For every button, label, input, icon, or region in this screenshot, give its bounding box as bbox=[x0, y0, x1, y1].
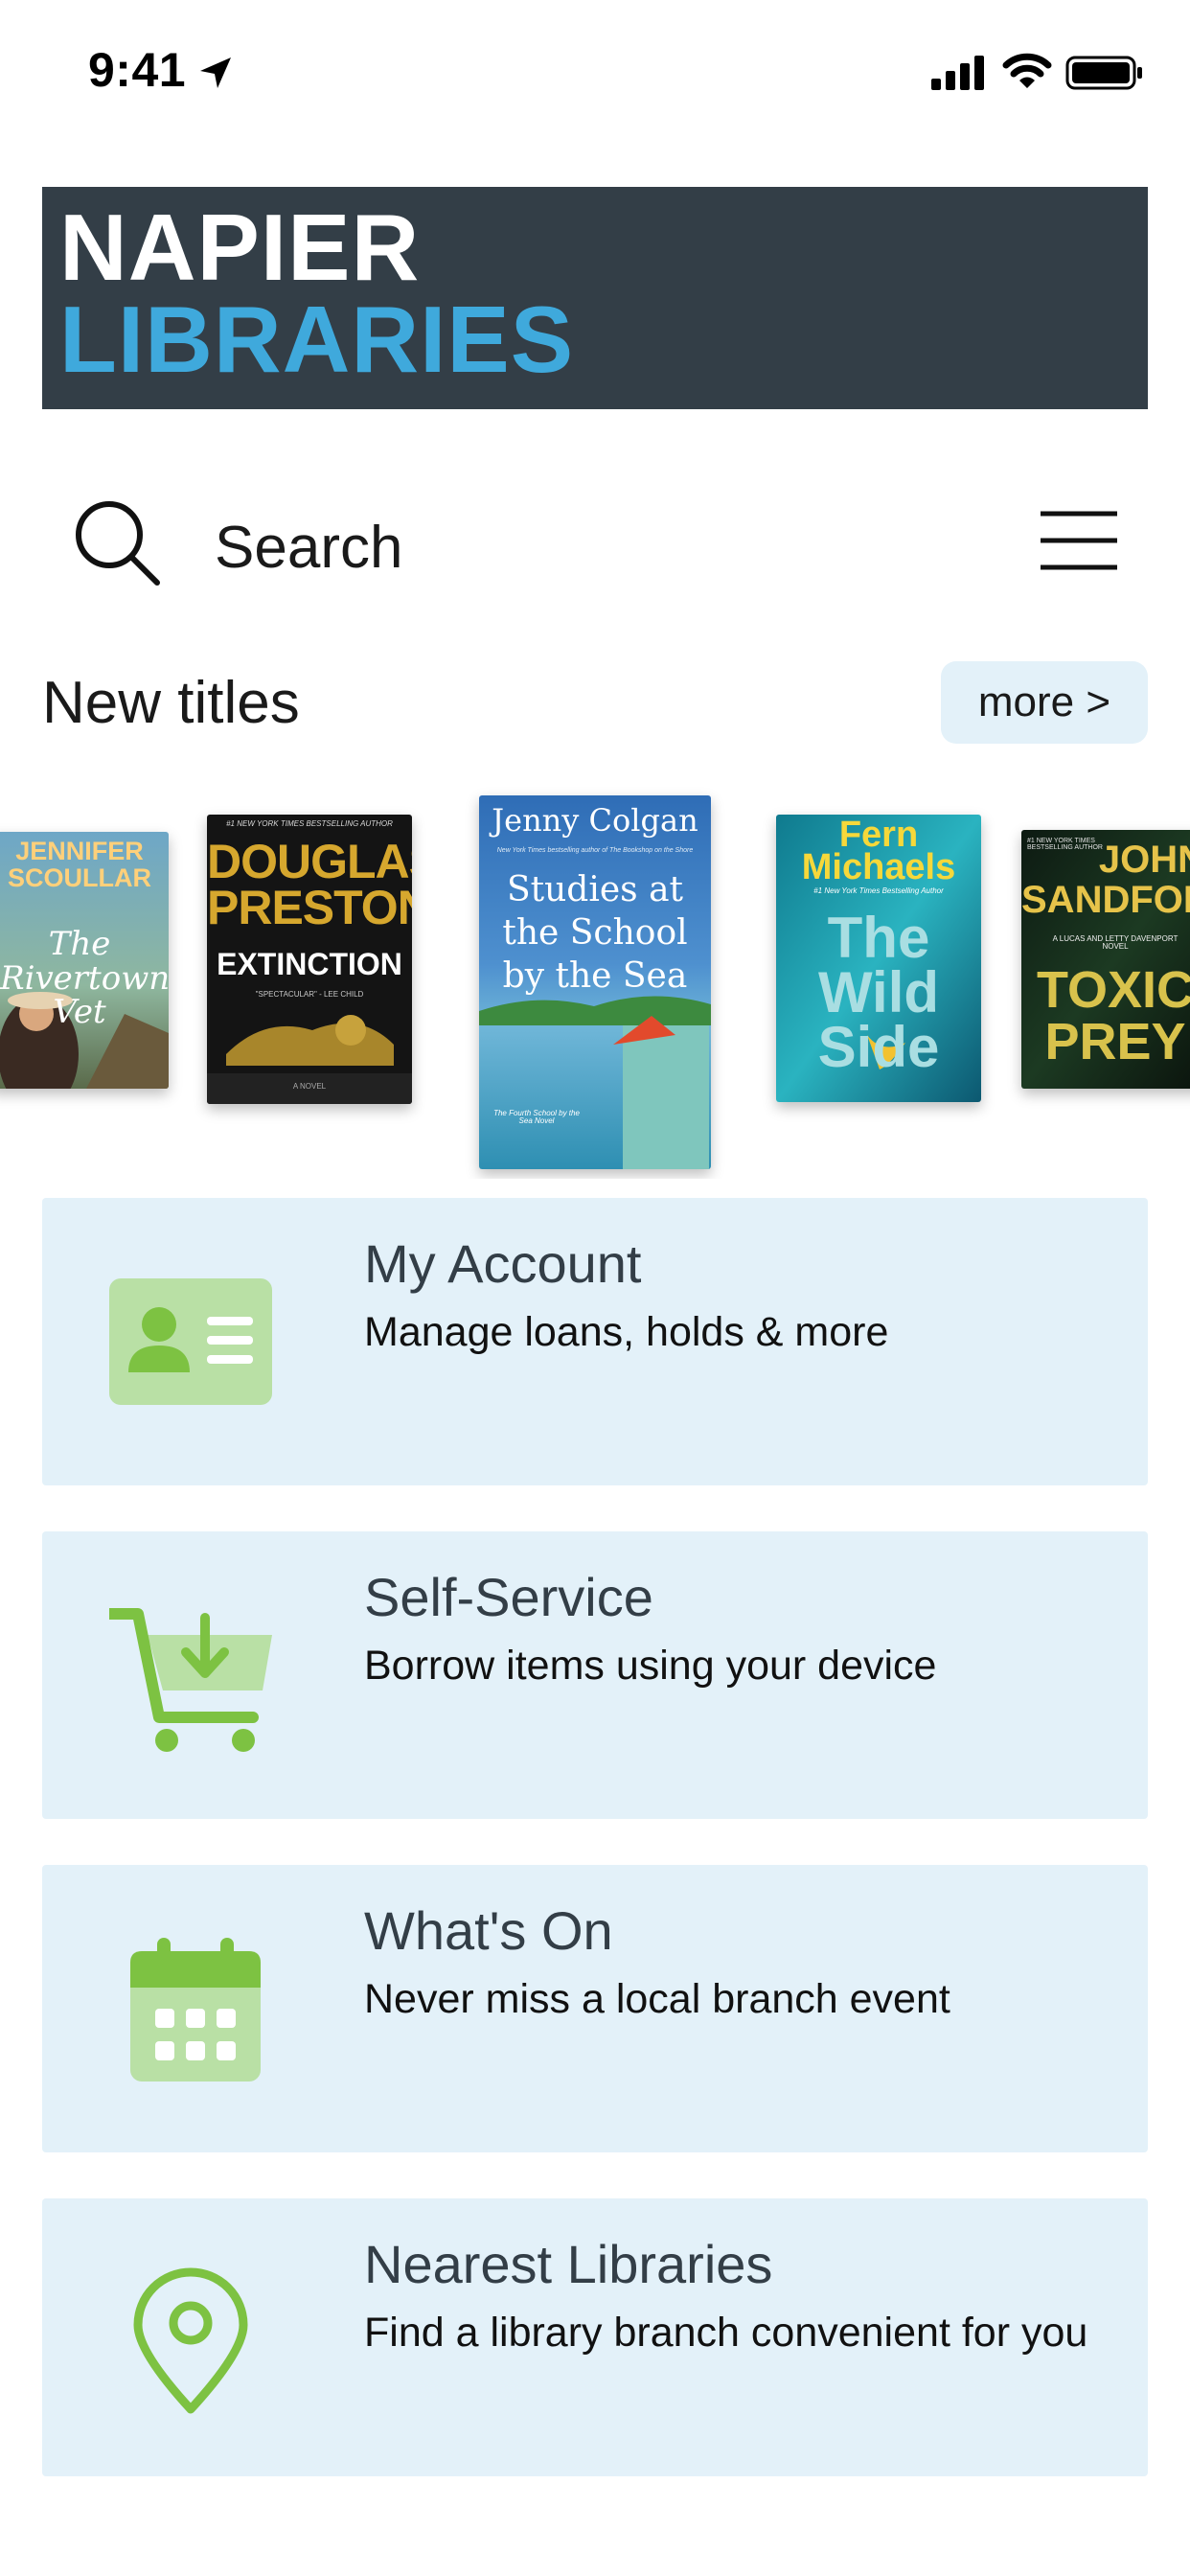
card-subtitle: Borrow items using your device bbox=[364, 1643, 937, 1689]
logo-text-napier: NAPIER bbox=[59, 195, 421, 300]
search-label[interactable]: Search bbox=[215, 514, 402, 582]
book-tagline: New York Times bestselling author of The… bbox=[496, 847, 694, 854]
cart-download-icon bbox=[109, 1608, 272, 1752]
nearest-libraries-card[interactable]: Nearest Libraries Find a library branch … bbox=[42, 2198, 1148, 2476]
book-cover[interactable]: Fern Michaels #1 New York Times Bestsell… bbox=[776, 815, 981, 1102]
logo-text-libraries: LIBRARIES bbox=[59, 287, 575, 392]
card-subtitle: Never miss a local branch event bbox=[364, 1976, 950, 2022]
account-card-icon bbox=[109, 1278, 272, 1405]
card-title: My Account bbox=[364, 1233, 642, 1294]
card-subtitle: Find a library branch convenient for you bbox=[364, 2310, 1088, 2356]
book-title: The Rivertown Vet bbox=[0, 925, 169, 1032]
book-quote: "SPECTACULAR" - LEE CHILD bbox=[255, 990, 364, 999]
card-subtitle: Manage loans, holds & more bbox=[364, 1309, 889, 1355]
book-author: Jenny Colgan bbox=[492, 802, 698, 839]
book-author: JENNIFER SCOULLAR bbox=[8, 837, 151, 893]
wifi-icon bbox=[1002, 53, 1052, 88]
book-series: A LUCAS AND LETTY DAVENPORT NOVEL bbox=[1052, 934, 1179, 952]
book-cover[interactable]: #1 NEW YORK TIMES BESTSELLING AUTHOR DOU… bbox=[207, 815, 412, 1104]
battery-icon bbox=[1065, 56, 1142, 90]
new-titles-carousel[interactable]: JENNIFER SCOULLAR The Rivertown Vet #1 N… bbox=[0, 786, 1190, 1179]
search-bar[interactable]: Search bbox=[42, 479, 1148, 613]
library-logo: NAPIER LIBRARIES bbox=[42, 187, 1148, 409]
search-icon[interactable] bbox=[69, 494, 165, 590]
book-series: The Fourth School by the Sea Novel bbox=[493, 1109, 580, 1126]
my-account-card[interactable]: My Account Manage loans, holds & more bbox=[42, 1198, 1148, 1485]
book-title: Studies at the School by the Sea bbox=[502, 870, 688, 996]
more-titles-button[interactable]: more > bbox=[941, 661, 1148, 744]
book-title: EXTINCTION bbox=[217, 947, 402, 981]
new-titles-heading: New titles bbox=[42, 670, 300, 736]
self-service-card[interactable]: Self-Service Borrow items using your dev… bbox=[42, 1531, 1148, 1819]
book-subtitle: A NOVEL bbox=[292, 1082, 327, 1091]
status-bar: 9:41 bbox=[0, 0, 1190, 144]
hamburger-menu-icon[interactable] bbox=[1039, 506, 1119, 575]
book-author: Fern Michaels bbox=[801, 815, 956, 888]
book-title: TOXIC PREY bbox=[1036, 961, 1190, 1070]
book-author: DOUGLAS PRESTON bbox=[207, 835, 412, 934]
card-title: What's On bbox=[364, 1900, 613, 1961]
book-cover[interactable]: JENNIFER SCOULLAR The Rivertown Vet bbox=[0, 832, 169, 1089]
book-cover[interactable]: #1 NEW YORK TIMES BESTSELLING AUTHOR JOH… bbox=[1021, 830, 1190, 1089]
book-title: The Wild Side bbox=[817, 906, 940, 1079]
map-pin-icon bbox=[133, 2267, 248, 2414]
calendar-icon bbox=[130, 1938, 261, 2082]
book-author: JOHN SANDFORD bbox=[1021, 839, 1190, 921]
book-tagline: #1 NEW YORK TIMES BESTSELLING AUTHOR bbox=[226, 819, 393, 828]
cellular-signal-icon bbox=[931, 56, 984, 90]
location-arrow-icon bbox=[200, 58, 231, 88]
status-time: 9:41 bbox=[88, 43, 187, 97]
card-title: Self-Service bbox=[364, 1567, 653, 1627]
book-tagline: #1 New York Times Bestselling Author bbox=[813, 886, 944, 895]
whats-on-card[interactable]: What's On Never miss a local branch even… bbox=[42, 1865, 1148, 2152]
card-title: Nearest Libraries bbox=[364, 2234, 773, 2294]
book-cover[interactable]: Jenny Colgan New York Times bestselling … bbox=[479, 795, 711, 1169]
